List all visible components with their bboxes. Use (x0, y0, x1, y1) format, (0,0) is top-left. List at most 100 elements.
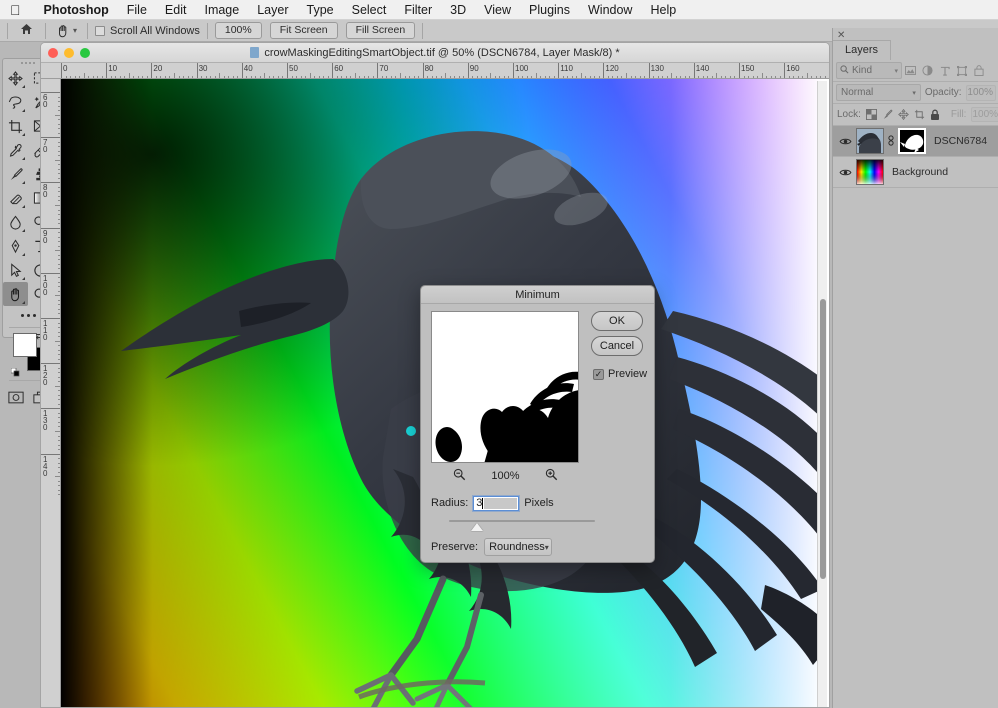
layer-thumbnail[interactable] (856, 128, 884, 154)
slider-track[interactable] (449, 520, 595, 522)
chevron-down-icon[interactable]: ▾ (894, 67, 898, 75)
lock-all-icon[interactable] (930, 108, 940, 121)
tab-layers[interactable]: Layers (833, 40, 892, 60)
link-icon[interactable] (887, 134, 895, 148)
eraser-tool[interactable] (3, 186, 28, 210)
canvas-vertical-scrollbar[interactable] (817, 81, 827, 707)
scrollbar-thumb[interactable] (820, 299, 826, 579)
eye-icon[interactable] (837, 137, 853, 146)
checkbox-box[interactable]: ✓ (593, 368, 604, 380)
pixel-layer-filter-icon[interactable] (902, 62, 919, 79)
cancel-button[interactable]: Cancel (591, 336, 643, 356)
scroll-all-windows-checkbox[interactable]: Scroll All Windows (95, 25, 200, 37)
fit-screen-button[interactable]: Fit Screen (269, 21, 338, 40)
zoom-100-button[interactable]: 100% (214, 21, 262, 40)
ruler-label: 60 (334, 64, 344, 73)
tif-file-icon (250, 47, 260, 58)
ruler-label: 120 (605, 64, 619, 73)
table-row[interactable]: DSCN6784 (833, 126, 998, 157)
slider-handle[interactable] (471, 523, 483, 531)
lock-transparency-icon[interactable] (865, 108, 877, 121)
opacity-value[interactable]: 100% (965, 84, 996, 101)
blur-tool[interactable] (3, 210, 28, 234)
preview-checkbox[interactable]: ✓ Preview (593, 368, 647, 380)
menu-item-edit[interactable]: Edit (156, 3, 196, 17)
blend-mode-row: Normal ▾ Opacity: 100% (833, 82, 998, 104)
hand-tool-icon[interactable]: ▾ (53, 24, 80, 38)
lock-row: Lock: Fill: 100% (833, 104, 998, 126)
chevron-down-icon[interactable]: ▾ (912, 89, 916, 97)
menu-item-plugins[interactable]: Plugins (520, 3, 579, 17)
fill-screen-button[interactable]: Fill Screen (345, 21, 416, 40)
menu-item-select[interactable]: Select (343, 3, 396, 17)
move-tool[interactable] (3, 66, 28, 90)
checkbox-box[interactable] (95, 25, 106, 36)
quick-mask-icon[interactable] (3, 385, 28, 409)
ruler-label: 10 (108, 64, 118, 73)
layer-list: DSCN6784 Background (833, 126, 998, 188)
crop-tool[interactable] (3, 114, 28, 138)
layer-mask-thumbnail[interactable] (898, 128, 926, 154)
apple-logo-icon[interactable]:  (10, 3, 21, 17)
path-selection-tool[interactable] (3, 258, 28, 282)
menu-item-view[interactable]: View (475, 3, 520, 17)
zoom-window-button[interactable] (80, 48, 90, 58)
ruler-label: 110 (560, 64, 573, 73)
foreground-color-swatch[interactable] (13, 333, 37, 357)
brush-tool[interactable] (3, 162, 28, 186)
layer-filter-kind-select[interactable]: Kind ▾ (836, 62, 902, 79)
close-window-button[interactable] (48, 48, 58, 58)
menu-item-photoshop[interactable]: Photoshop (35, 3, 118, 17)
home-icon[interactable] (15, 23, 38, 38)
table-row[interactable]: Background (833, 157, 998, 188)
adjustment-layer-filter-icon[interactable] (919, 62, 936, 79)
dialog-title: Minimum (421, 286, 654, 304)
tool-corner-indicator (22, 109, 25, 112)
lock-image-icon[interactable] (882, 108, 893, 121)
shape-layer-filter-icon[interactable] (953, 62, 970, 79)
tool-corner-indicator (22, 229, 25, 232)
layers-panel: ✕ Layers Kind ▾ Normal ▾ Opacity: 100% L… (832, 28, 998, 708)
chevron-down-icon[interactable]: ▾ (545, 543, 549, 552)
ok-button[interactable]: OK (591, 311, 643, 331)
menu-item-3d[interactable]: 3D (441, 3, 475, 17)
menu-item-type[interactable]: Type (298, 3, 343, 17)
ruler-label: 70 (43, 138, 48, 155)
radius-input[interactable]: 3 (473, 495, 520, 511)
chevron-down-icon[interactable]: ▾ (73, 26, 77, 35)
mask-preview-image (432, 312, 578, 462)
zoom-in-icon[interactable] (545, 468, 558, 484)
tool-corner-indicator (22, 253, 25, 256)
minimize-window-button[interactable] (64, 48, 74, 58)
zoom-out-icon[interactable] (453, 468, 466, 484)
fill-value[interactable]: 100% (971, 107, 998, 122)
pen-tool[interactable] (3, 234, 28, 258)
document-title-bar[interactable]: crowMaskingEditingSmartObject.tif @ 50% … (41, 43, 829, 63)
preserve-label: Preserve: (431, 541, 479, 553)
eyedropper-tool[interactable] (3, 138, 28, 162)
layer-name[interactable]: Background (892, 166, 948, 178)
radius-slider[interactable] (449, 518, 595, 532)
menu-item-filter[interactable]: Filter (395, 3, 441, 17)
type-layer-filter-icon[interactable] (936, 62, 953, 79)
lasso-tool[interactable] (3, 90, 28, 114)
hand-tool[interactable] (3, 282, 28, 306)
menu-item-image[interactable]: Image (195, 3, 248, 17)
layer-thumbnail[interactable] (856, 159, 884, 185)
tool-corner-indicator (22, 157, 25, 160)
menu-item-window[interactable]: Window (579, 3, 641, 17)
lock-artboard-icon[interactable] (914, 108, 925, 121)
layer-name[interactable]: DSCN6784 (934, 135, 987, 147)
eye-icon[interactable] (837, 168, 853, 177)
lock-position-icon[interactable] (898, 108, 909, 121)
menu-item-help[interactable]: Help (641, 3, 685, 17)
smart-object-filter-icon[interactable] (970, 62, 987, 79)
menu-item-layer[interactable]: Layer (248, 3, 297, 17)
default-colors-icon[interactable] (10, 364, 20, 377)
menu-item-file[interactable]: File (118, 3, 156, 17)
preserve-select[interactable]: Roundness ▾ (484, 538, 553, 556)
filter-preview[interactable] (431, 311, 579, 463)
options-divider (206, 22, 208, 39)
ruler-label: 160 (786, 64, 800, 73)
blend-mode-select[interactable]: Normal ▾ (836, 84, 921, 101)
